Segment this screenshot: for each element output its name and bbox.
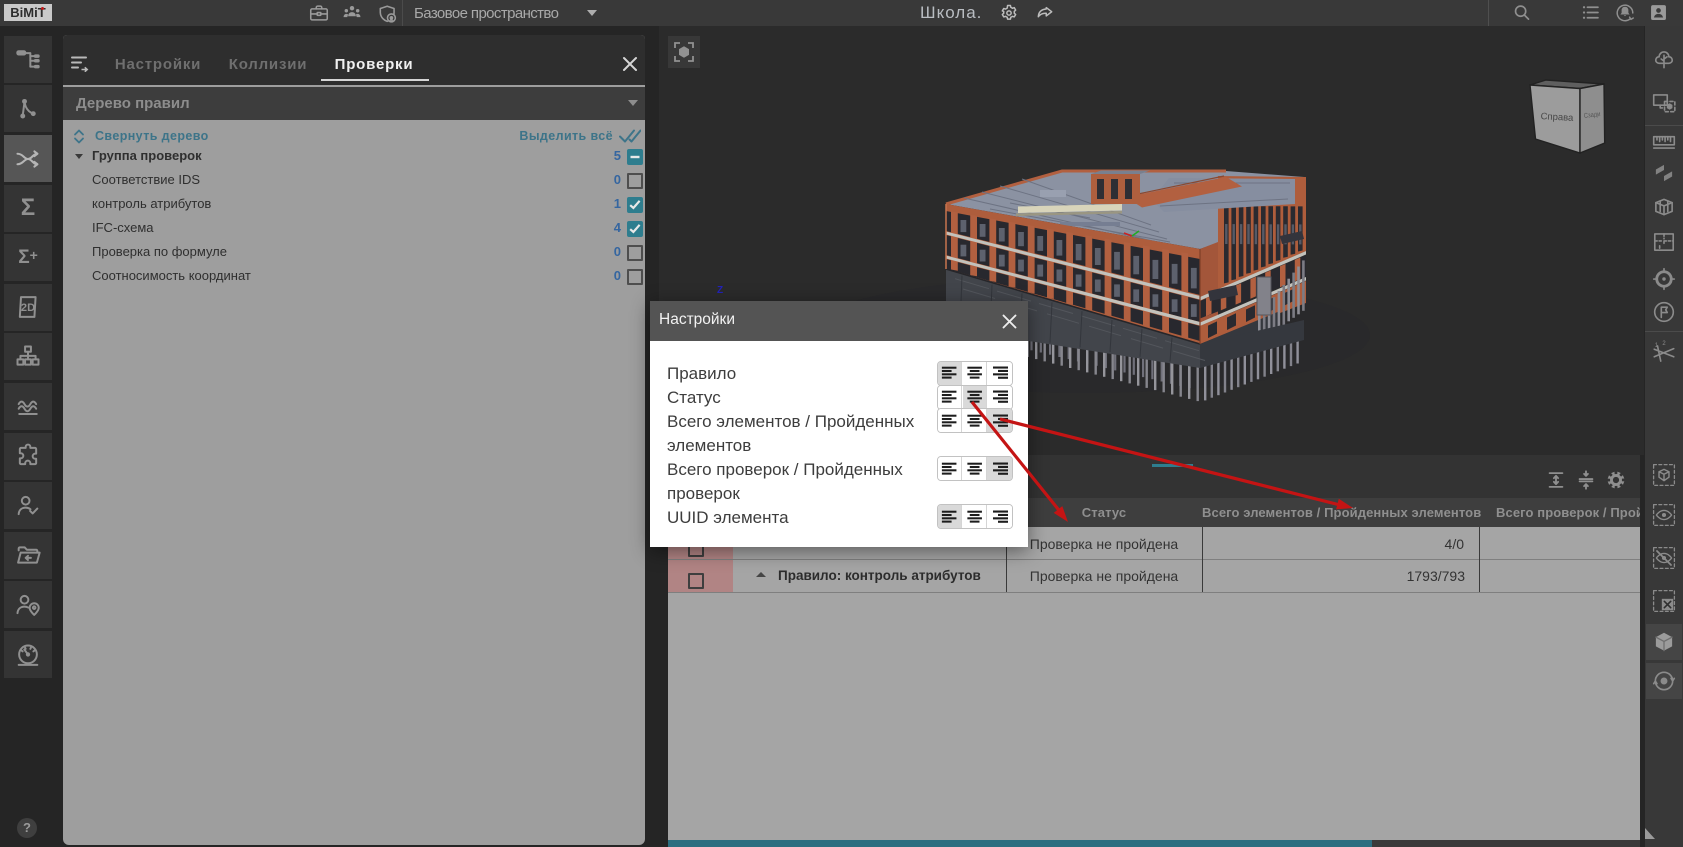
svg-text:2D: 2D — [21, 302, 35, 314]
svg-text:Справа: Справа — [1540, 111, 1574, 124]
svg-text:2: 2 — [1662, 341, 1665, 347]
